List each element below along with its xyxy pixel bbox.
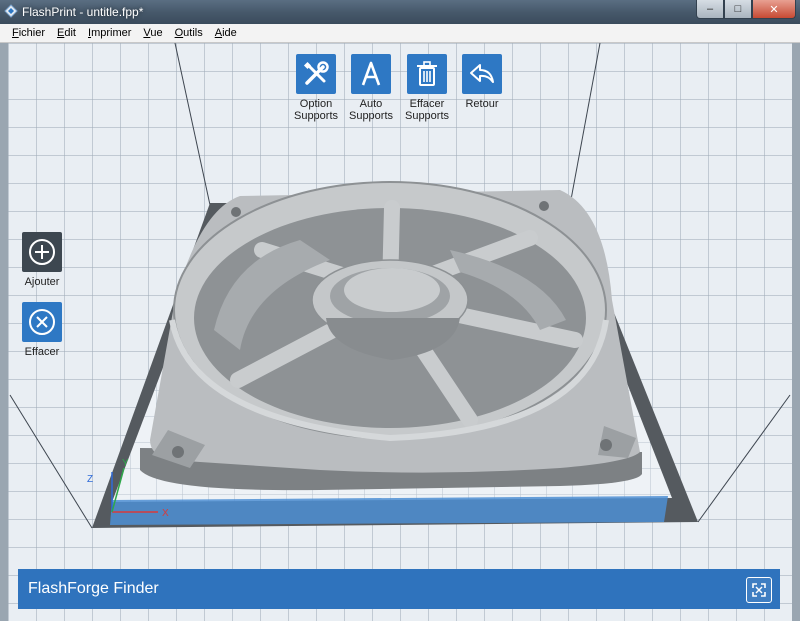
flashprint-logo-icon [4,4,18,18]
delete-model-label: Effacer [24,346,60,358]
menu-outils[interactable]: Outils [169,27,209,39]
window-title: FlashPrint - untitle.fpp* [22,5,144,19]
maximize-button[interactable]: □ [724,0,752,19]
add-model-button[interactable]: Ajouter [12,232,72,288]
axis-label-x: X [162,508,169,519]
axis-label-z: Z [87,474,93,485]
window-titlebar[interactable]: FlashPrint - untitle.fpp* – □ ✕ [0,0,800,25]
delete-model-button[interactable]: Effacer [12,302,72,358]
back-button[interactable]: Retour [447,54,517,110]
minimize-button[interactable]: – [696,0,724,19]
printer-status-bar: FlashForge Finder [18,569,780,609]
menu-imprimer[interactable]: Imprimer [82,27,137,39]
menu-aide[interactable]: Aide [209,27,243,39]
fan-grill-model [140,181,642,491]
build-volume-edge [174,43,211,206]
fullscreen-icon [752,583,766,597]
build-volume-edge [569,43,601,206]
model-footprint-shadow [110,496,668,525]
build-scene: Z Y X [9,43,791,529]
plus-circle-icon [29,239,55,265]
x-circle-icon [29,309,55,335]
back-arrow-icon [470,64,494,83]
axis-label-y: Y [122,458,129,469]
fullscreen-button[interactable] [746,577,772,603]
close-button[interactable]: ✕ [752,0,796,19]
wrench-screwdriver-icon [303,61,329,85]
printer-name[interactable]: FlashForge Finder [28,580,159,598]
back-label: Retour [465,98,499,110]
letter-a-icon [361,61,381,86]
add-model-label: Ajouter [24,276,60,288]
menu-bar: Fichier Edit Imprimer Vue Outils Aide [0,24,800,43]
menu-fichier[interactable]: Fichier [0,27,51,39]
3d-viewport[interactable]: Z Y X Option Supports Auto Supports Effa… [8,43,792,621]
build-volume-edge [697,394,791,523]
menu-edit[interactable]: Edit [51,27,82,39]
trash-icon [417,61,437,86]
menu-vue[interactable]: Vue [137,27,168,39]
clear-supports-label-line2: Supports [404,110,450,122]
build-volume-edge [9,394,93,529]
